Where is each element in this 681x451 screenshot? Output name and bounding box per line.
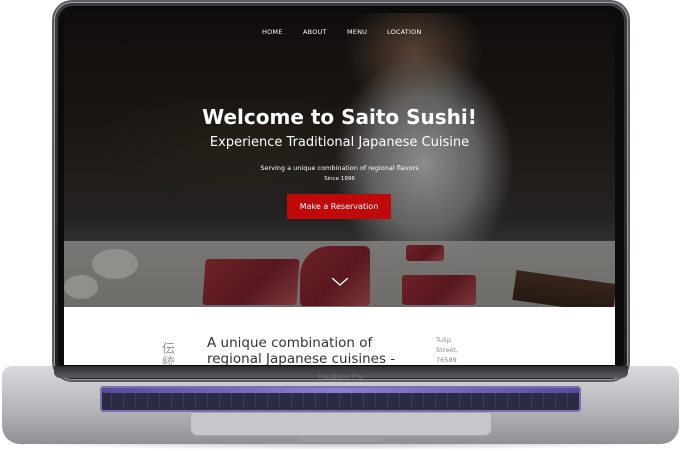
address-line: Tulip [436,336,451,344]
hero-overlay [64,13,615,307]
top-nav: HOME ABOUT MENU LOCATION [64,28,615,42]
nav-home-link[interactable]: HOME [262,28,283,36]
hero-tagline: Serving a unique combination of regional… [260,164,419,172]
address-line: 76589 [436,356,457,364]
make-reservation-button[interactable]: Make a Reservation [287,194,391,219]
about-section: 伝 統 A unique combination of regional Jap… [64,307,615,365]
about-heading-line: A unique combination of [207,335,373,351]
about-heading: A unique combination of regional Japanes… [207,335,417,365]
hero-title: Welcome to Saito Sushi! [202,105,477,129]
nav-location-link[interactable]: LOCATION [387,28,421,36]
chevron-down-icon[interactable] [330,275,350,289]
hero-since: Since 1996 [324,176,355,182]
hero-subtitle: Experience Traditional Japanese Cuisine [209,135,470,150]
model-label: MacBook Pro [318,373,363,381]
address-block: Tulip Street, 76589 [436,335,476,365]
touch-bar [102,388,579,393]
kanji-decoration: 伝 統 [162,342,176,366]
laptop-screen: HOME ABOUT MENU LOCATION Welcome to Sait… [64,13,615,365]
nav-menu-link[interactable]: MENU [347,28,367,36]
address-line: Street, [436,346,458,354]
lid-notch [298,436,384,442]
trackpad [190,412,492,436]
about-heading-line: regional Japanese cuisines - [207,351,396,365]
kanji-char: 統 [162,356,176,366]
kanji-char: 伝 [162,342,176,357]
nav-about-link[interactable]: ABOUT [303,28,327,36]
